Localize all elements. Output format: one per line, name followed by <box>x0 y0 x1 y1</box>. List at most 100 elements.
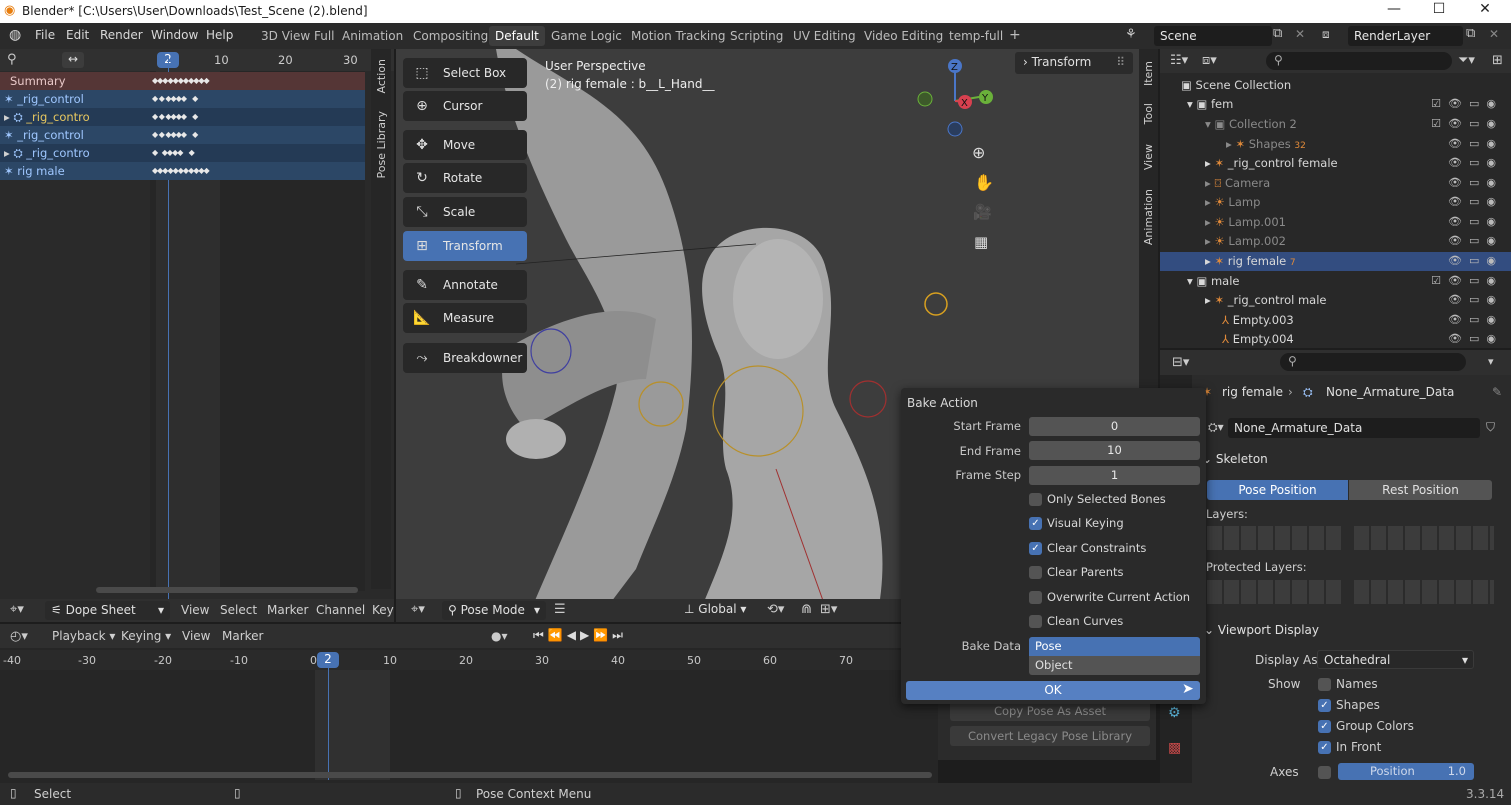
tl-menu-view[interactable]: View <box>182 629 210 643</box>
checkbox-icon[interactable] <box>1029 591 1042 604</box>
delete-scene-icon[interactable]: ✕ <box>1295 27 1305 41</box>
keyframe-markers[interactable]: ◆ ◆ ◆◆◆◆ ◆ <box>152 95 198 103</box>
copy-pose-as-asset-button[interactable]: Copy Pose As Asset <box>950 701 1150 721</box>
tab-uv-editing[interactable]: UV Editing <box>787 26 862 46</box>
outliner-item[interactable]: ▸ ☀ Lamp.001 👁▭◉ <box>1160 213 1511 232</box>
ds-menu-marker[interactable]: Marker <box>267 603 308 617</box>
texture-tab-icon[interactable]: ▩ <box>1168 740 1181 756</box>
outliner-item[interactable]: ▣ Scene Collection <box>1160 76 1511 95</box>
menu-help[interactable]: Help <box>206 28 233 42</box>
navigation-gizmo[interactable]: Z Y X <box>911 54 1001 144</box>
tab-action[interactable]: Action <box>375 59 388 93</box>
visibility-icons[interactable]: 👁▭◉ <box>1448 234 1503 247</box>
visibility-icons[interactable]: 👁▭◉ <box>1448 215 1503 228</box>
tab-temp-full[interactable]: temp-full <box>943 26 1009 46</box>
record-icon[interactable]: ●▾ <box>491 629 508 643</box>
new-scene-icon[interactable]: ⧉ <box>1273 26 1282 41</box>
tab-game-logic[interactable]: Game Logic <box>545 26 628 46</box>
pose-position-button[interactable]: Pose Position <box>1207 480 1348 500</box>
tab-animation-side[interactable]: Animation <box>1142 189 1155 245</box>
view-layer-icon[interactable]: ⧈▾ <box>1202 53 1217 68</box>
camera-view-icon[interactable]: 🎥 <box>973 203 992 221</box>
display-as-dropdown[interactable]: Octahedral ▾ <box>1317 650 1474 669</box>
hamburger-icon[interactable]: ☰ <box>554 602 566 617</box>
outliner-item-selected[interactable]: ▸ ✶ rig female 7 👁▭◉ <box>1160 252 1511 271</box>
tool-move[interactable]: ✥ Move <box>403 130 527 160</box>
bone-constraint-tab-icon[interactable]: ⚙ <box>1168 705 1181 721</box>
pin-icon[interactable]: ✎ <box>1492 385 1502 399</box>
checkbox-axes[interactable] <box>1318 766 1331 779</box>
blender-menu-icon[interactable]: ◍ <box>9 27 21 43</box>
horizontal-scrollbar[interactable] <box>96 587 358 593</box>
menu-file[interactable]: File <box>35 28 55 42</box>
keyframe-markers[interactable]: ◆◆◆◆◆◆◆◆◆◆◆ <box>152 167 210 175</box>
viewport-display-header[interactable]: ⌄ Viewport Display <box>1204 623 1319 637</box>
tool-transform[interactable]: ⊞ Transform <box>403 231 527 261</box>
tool-measure[interactable]: 📐 Measure <box>403 303 527 333</box>
tab-motion-tracking[interactable]: Motion Tracking <box>625 26 731 46</box>
zoom-icon[interactable]: ⊕ <box>972 143 985 162</box>
dopesheet-mode-dropdown[interactable]: ⚟ Dope Sheet ▾ <box>45 601 170 620</box>
menu-render[interactable]: Render <box>100 28 143 42</box>
menu-edit[interactable]: Edit <box>66 28 89 42</box>
renderlayer-icon[interactable]: ⧈ <box>1322 27 1330 42</box>
checkbox-shapes[interactable]: ✓ <box>1318 699 1331 712</box>
fake-user-icon[interactable]: ⛉ <box>1486 420 1495 435</box>
visibility-icons[interactable]: 👁▭◉ <box>1448 156 1503 169</box>
outliner-item[interactable]: ▸ ✶ _rig_control female 👁▭◉ <box>1160 154 1511 173</box>
pivot-icon[interactable]: ⟲▾ <box>767 602 784 617</box>
visibility-icons[interactable]: 👁▭◉ <box>1448 313 1503 326</box>
tool-rotate[interactable]: ↻ Rotate <box>403 163 527 193</box>
checkbox-names[interactable] <box>1318 678 1331 691</box>
visibility-icons[interactable]: 👁▭◉ <box>1448 137 1503 150</box>
outliner-item[interactable]: ▸ ⌼ Camera 👁▭◉ <box>1160 174 1511 193</box>
add-workspace-button[interactable]: + <box>1003 24 1027 44</box>
show-in-front-checkbox[interactable]: ✓ In Front <box>1318 740 1381 754</box>
pan-hand-icon[interactable]: ✋ <box>974 173 994 192</box>
tab-tool[interactable]: Tool <box>1142 103 1155 124</box>
tool-annotate[interactable]: ✎ Annotate <box>403 270 527 300</box>
snap-icon[interactable]: ⋒ <box>801 602 812 617</box>
clean-curves-checkbox[interactable]: Clean Curves <box>1029 614 1123 628</box>
visibility-icons[interactable]: 👁▭◉ <box>1448 254 1503 267</box>
close-button[interactable]: ✕ <box>1462 1 1508 21</box>
scene-name-field[interactable]: Scene <box>1154 26 1272 46</box>
bake-data-object-option[interactable]: Object <box>1029 656 1200 675</box>
outliner-item[interactable]: ⅄ Empty.003 👁▭◉ <box>1160 311 1511 330</box>
visibility-icons[interactable]: 👁▭◉ <box>1448 332 1503 345</box>
options-dropdown-icon[interactable]: ▾ <box>1488 355 1494 368</box>
axes-checkbox[interactable] <box>1318 765 1336 779</box>
outliner-item[interactable]: ▸ ✶ Shapes 32 👁▭◉ <box>1160 135 1511 154</box>
tab-item[interactable]: Item <box>1142 61 1155 86</box>
show-group-colors-checkbox[interactable]: ✓ Group Colors <box>1318 719 1414 733</box>
outliner-item[interactable]: ▸ ☀ Lamp 👁▭◉ <box>1160 193 1511 212</box>
orientation-dropdown[interactable]: ⊥ Global ▾ <box>684 602 746 616</box>
skeleton-panel-header[interactable]: ⌄ Skeleton <box>1202 452 1268 466</box>
delete-layer-icon[interactable]: ✕ <box>1489 27 1499 41</box>
tl-menu-marker[interactable]: Marker <box>222 629 263 643</box>
visibility-icons[interactable]: ☑👁▭◉ <box>1431 117 1503 130</box>
outliner-item[interactable]: ▸ ☀ Lamp.002 👁▭◉ <box>1160 232 1511 251</box>
checkbox-icon[interactable] <box>1029 566 1042 579</box>
visibility-icons[interactable]: ☑👁▭◉ <box>1431 274 1503 287</box>
ok-button[interactable]: OK <box>906 681 1200 700</box>
outliner-item[interactable]: ▸ ✶ _rig_control male 👁▭◉ <box>1160 291 1511 310</box>
editor-type-icon[interactable]: ⌖▾ <box>411 602 425 617</box>
editor-type-icon[interactable]: ⊟▾ <box>1172 355 1189 370</box>
checkbox-icon[interactable]: ✓ <box>1029 542 1042 555</box>
visibility-icons[interactable]: 👁▭◉ <box>1448 176 1503 189</box>
overwrite-current-action-checkbox[interactable]: Overwrite Current Action <box>1029 590 1190 604</box>
checkbox-icon[interactable] <box>1029 493 1042 506</box>
menu-window[interactable]: Window <box>151 28 198 42</box>
only-selected-bones-checkbox[interactable]: Only Selected Bones <box>1029 492 1166 506</box>
swap-arrows-icon[interactable]: ↔ <box>62 52 84 68</box>
tab-compositing[interactable]: Compositing <box>407 26 494 46</box>
tab-pose-library[interactable]: Pose Library <box>375 111 388 178</box>
clear-parents-checkbox[interactable]: Clear Parents <box>1029 565 1124 579</box>
protected-layer-grid[interactable] <box>1207 580 1342 604</box>
keyframe-markers[interactable]: ◆◆◆◆◆◆◆◆◆◆◆ <box>152 77 210 85</box>
maximize-button[interactable]: ☐ <box>1416 1 1462 21</box>
checkbox-icon[interactable] <box>1029 615 1042 628</box>
filter-icon[interactable]: ⏷▾ <box>1458 53 1475 68</box>
new-collection-icon[interactable]: ⊞ <box>1492 53 1503 68</box>
